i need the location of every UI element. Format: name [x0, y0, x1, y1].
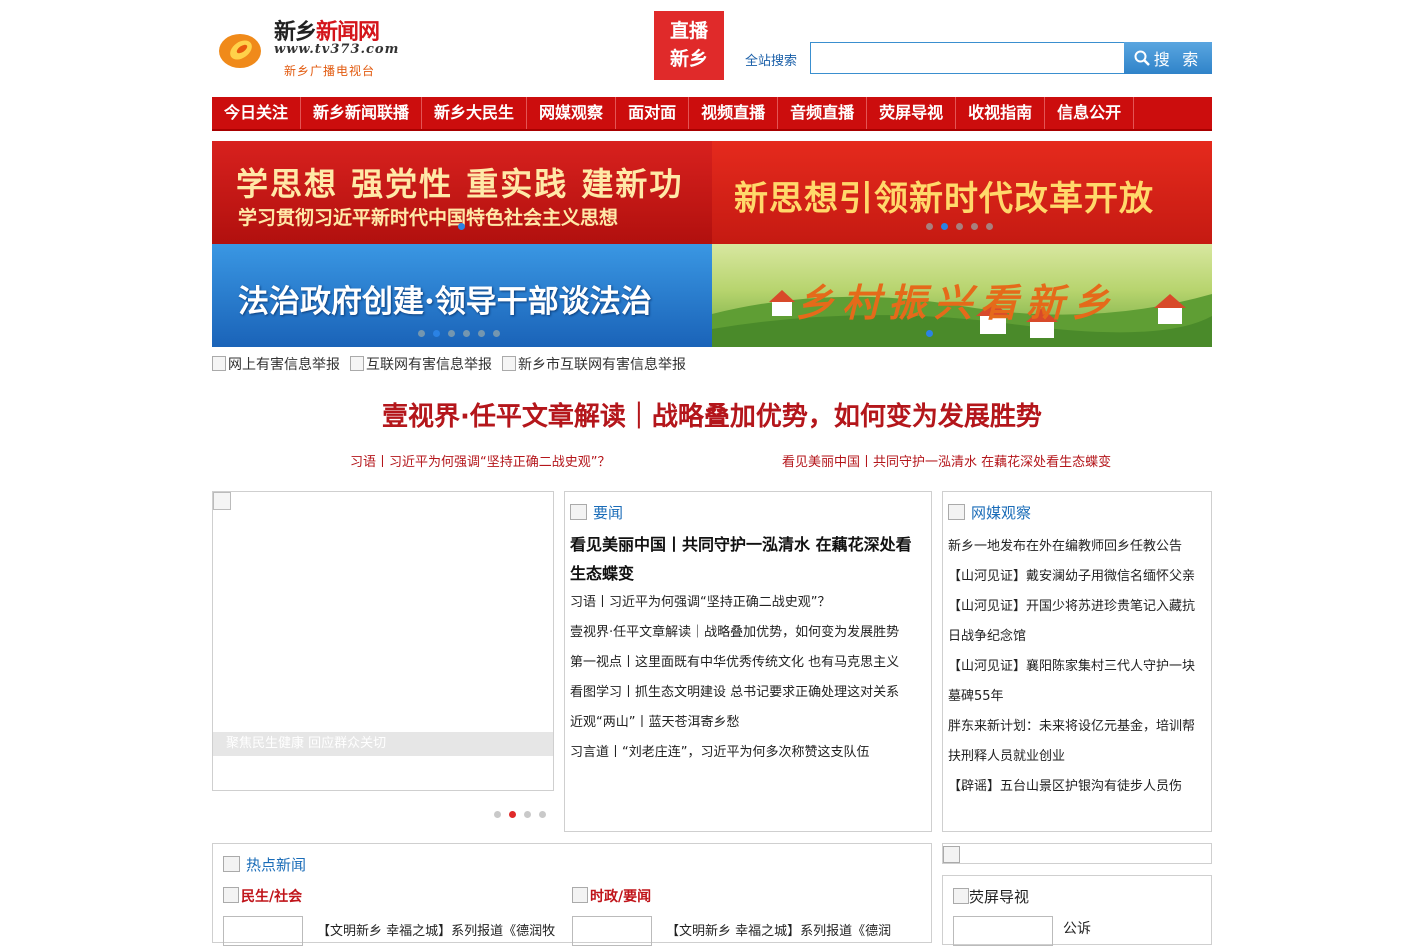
banner-rural-revitalization[interactable]: 乡村振兴看新乡 — [712, 244, 1212, 347]
list-item[interactable]: 【山河见证】襄阳陈家集村三代人守护一块墓碑55年 — [948, 652, 1206, 712]
category-livelihood[interactable]: 民生/社会 — [223, 886, 302, 906]
nav-item-audio-live[interactable]: 音频直播 — [778, 97, 868, 129]
banner-dot[interactable] — [986, 223, 993, 230]
logo-icon — [219, 34, 261, 68]
search-button-label: 搜 索 — [1153, 52, 1203, 69]
tv-guide-panel: 荧屏导视 公诉 — [942, 875, 1212, 946]
banner-dots — [458, 223, 465, 230]
banner-title: 新思想引领新时代改革开放 — [734, 179, 1154, 219]
report-links: 网上有害信息举报 互联网有害信息举报 新乡市互联网有害信息举报 — [212, 354, 686, 374]
banner-dot[interactable] — [493, 330, 500, 337]
hot-news-title[interactable]: 热点新闻 — [223, 854, 921, 878]
nav-item-viewing-guide[interactable]: 收视指南 — [956, 97, 1046, 129]
headline-main[interactable]: 壹视界·任平文章解读｜战略叠加优势，如何变为发展胜势 — [212, 396, 1212, 433]
search-label: 全站搜索 — [745, 54, 798, 69]
hot-news-item[interactable]: 【文明新乡 幸福之城】系列报道《德润 — [666, 920, 891, 939]
headline-sub-left[interactable]: 习语丨习近平为何强调“坚持正确二战史观”？ — [350, 451, 610, 470]
list-item[interactable]: 【山河见证】戴安澜幼子用微信名缅怀父亲 — [948, 562, 1206, 592]
report-link-internet[interactable]: 互联网有害信息举报 — [350, 354, 492, 374]
banner-dot[interactable] — [941, 223, 948, 230]
list-item[interactable]: 新乡一地发布在外在编教师回乡任教公告 — [948, 532, 1206, 562]
live-xinxiang-button[interactable]: 直播 新乡 — [654, 11, 724, 80]
broken-image-icon — [213, 492, 231, 510]
site-url: www.tv373.com — [274, 42, 400, 57]
nav-item-video-live[interactable]: 视频直播 — [689, 97, 779, 129]
top-news-title[interactable]: 要闻 — [570, 502, 926, 526]
banner-dot[interactable] — [478, 330, 485, 337]
slideshow-dots — [494, 811, 546, 818]
list-item[interactable]: 近观“两山”丨蓝天苍洱寄乡愁 — [570, 708, 926, 738]
search-icon — [1134, 50, 1150, 66]
banner-rule-of-law[interactable]: 法治政府创建·领导干部谈法治 — [212, 244, 712, 347]
tv-guide-title[interactable]: 荧屏导视 — [953, 886, 1201, 907]
site-logo[interactable]: 新乡新闻网 www.tv373.com 新乡广播电视台 — [212, 12, 412, 82]
photo-slideshow[interactable]: 聚焦民生健康 回应群众关切 — [212, 491, 554, 791]
site-subtitle: 新乡广播电视台 — [284, 64, 376, 78]
guide-thumbnail[interactable] — [953, 916, 1053, 946]
banner-dot[interactable] — [433, 330, 440, 337]
nav-item-face-to-face[interactable]: 面对面 — [616, 97, 690, 129]
banner-dots — [418, 330, 500, 337]
list-item[interactable]: 胖东来新计划：未来将设亿元基金，培训帮扶刑释人员就业创业 — [948, 712, 1206, 772]
hot-news-item[interactable]: 【文明新乡 幸福之城】系列报道《德润牧 — [317, 920, 555, 939]
banner-dot[interactable] — [956, 223, 963, 230]
slide-dot[interactable] — [494, 811, 501, 818]
banner-title: 法治政府创建·领导干部谈法治 — [238, 284, 652, 320]
nav-item-news-broadcast[interactable]: 新乡新闻联播 — [301, 97, 423, 129]
news-thumbnail[interactable] — [223, 916, 303, 946]
banner-dot[interactable] — [448, 330, 455, 337]
banner-dot[interactable] — [971, 223, 978, 230]
slide-dot[interactable] — [524, 811, 531, 818]
list-item[interactable]: 【辟谣】五台山景区护银沟有徒步人员伤 — [948, 772, 1206, 802]
search-button[interactable]: 搜 索 — [1124, 42, 1212, 74]
banner-study-thought[interactable]: 学思想 强党性 重实践 建新功 学习贯彻习近平新时代中国特色社会主义思想 — [212, 141, 712, 244]
list-item[interactable]: 看图学习丨抓生态文明建设 总书记要求正确处理这对关系 — [570, 678, 926, 708]
top-news-panel: 要闻 看见美丽中国丨共同守护一泓清水 在藕花深处看生态蝶变 习语丨习近平为何强调… — [564, 491, 932, 832]
live-line2: 新乡 — [669, 48, 708, 70]
banner-dot[interactable] — [418, 330, 425, 337]
banner-title: 学思想 强党性 重实践 建新功 — [236, 165, 684, 203]
banner-subtitle: 学习贯彻习近平新时代中国特色社会主义思想 — [238, 207, 619, 229]
hot-news-panel: 热点新闻 民生/社会 时政/要闻 【文明新乡 幸福之城】系列报道《德润牧 【文明… — [212, 843, 932, 946]
ad-placeholder[interactable] — [942, 843, 1212, 864]
headline-sub-right[interactable]: 看见美丽中国丨共同守护一泓清水 在藕花深处看生态蝶变 — [782, 451, 1111, 470]
report-link-online[interactable]: 网上有害信息举报 — [212, 354, 340, 374]
top-news-lead[interactable]: 看见美丽中国丨共同守护一泓清水 在藕花深处看生态蝶变 — [570, 530, 926, 588]
list-item[interactable]: 习语丨习近平为何强调“坚持正确二战史观”？ — [570, 588, 926, 618]
nav-item-today[interactable]: 今日关注 — [212, 97, 302, 129]
banner-dot[interactable] — [458, 223, 465, 230]
banner-dot[interactable] — [926, 223, 933, 230]
search-input[interactable] — [810, 42, 1126, 74]
banner-new-thought[interactable]: 新思想引领新时代改革开放 — [712, 141, 1212, 244]
news-thumbnail[interactable] — [572, 916, 652, 946]
banner-dots — [926, 223, 993, 230]
banner-dot[interactable] — [926, 330, 933, 337]
banner-title: 乡村振兴看新乡 — [796, 280, 1119, 325]
slide-caption[interactable]: 聚焦民生健康 回应群众关切 — [213, 732, 553, 756]
main-nav: 今日关注 新乡新闻联播 新乡大民生 网媒观察 面对面 视频直播 音频直播 荧屏导… — [212, 97, 1212, 131]
list-item[interactable]: 习言道丨“刘老庄连”，习近平为何多次称赞这支队伍 — [570, 738, 926, 768]
nav-item-media-watch[interactable]: 网媒观察 — [527, 97, 617, 129]
media-watch-title[interactable]: 网媒观察 — [948, 502, 1206, 526]
nav-item-livelihood[interactable]: 新乡大民生 — [422, 97, 528, 129]
list-item[interactable]: 第一视点丨这里面既有中华优秀传统文化 也有马克思主义 — [570, 648, 926, 678]
nav-item-tv-guide[interactable]: 荧屏导视 — [867, 97, 957, 129]
banner-dots — [926, 330, 933, 337]
report-link-xinxiang[interactable]: 新乡市互联网有害信息举报 — [502, 354, 686, 374]
slide-dot[interactable] — [509, 811, 516, 818]
guide-item[interactable]: 公诉 — [1063, 918, 1091, 938]
list-item[interactable]: 【山河见证】开国少将苏进珍贵笔记入藏抗日战争纪念馆 — [948, 592, 1206, 652]
banner-dot[interactable] — [463, 330, 470, 337]
category-politics[interactable]: 时政/要闻 — [572, 886, 651, 906]
nav-item-info-disclosure[interactable]: 信息公开 — [1045, 97, 1135, 129]
list-item[interactable]: 壹视界·任平文章解读｜战略叠加优势，如何变为发展胜势 — [570, 618, 926, 648]
slide-dot[interactable] — [539, 811, 546, 818]
media-watch-panel: 网媒观察 新乡一地发布在外在编教师回乡任教公告 【山河见证】戴安澜幼子用微信名缅… — [942, 491, 1212, 832]
live-line1: 直播 — [669, 20, 708, 42]
